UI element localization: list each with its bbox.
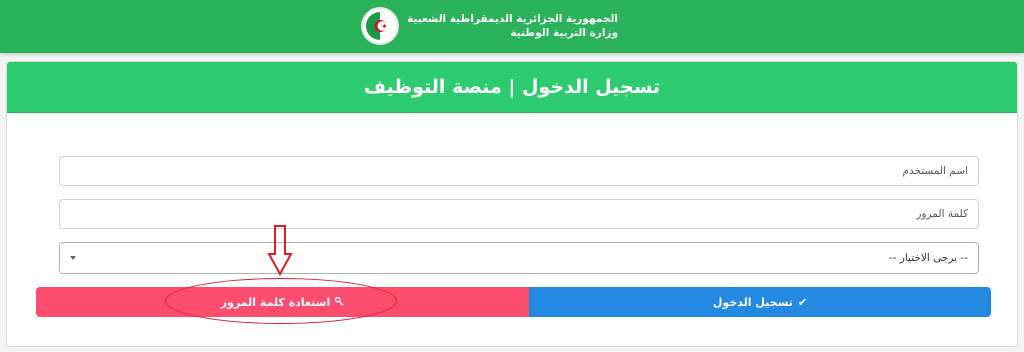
login-button[interactable]: ✔ تسجيل الدخول bbox=[529, 287, 991, 317]
card-title: تسجيل الدخول | منصة التوظيف bbox=[7, 62, 1017, 113]
login-button-label: تسجيل الدخول bbox=[712, 295, 793, 309]
login-card: تسجيل الدخول | منصة التوظيف -- يرجى الاخ… bbox=[6, 61, 1018, 347]
recover-password-button[interactable]: استعادة كلمة المرور bbox=[36, 287, 529, 317]
brand: الجمهورية الجزائرية الديمقراطية الشعبية … bbox=[361, 7, 618, 45]
top-bar: الجمهورية الجزائرية الديمقراطية الشعبية … bbox=[0, 0, 1024, 53]
key-icon bbox=[335, 296, 344, 309]
select-value: -- يرجى الاختيار -- bbox=[888, 252, 968, 264]
password-input[interactable] bbox=[59, 199, 979, 229]
ministry-name: وزارة التربية الوطنية bbox=[510, 27, 618, 39]
ministry-title: الجمهورية الجزائرية الديمقراطية الشعبية … bbox=[407, 12, 618, 40]
algeria-flag-emblem-icon bbox=[361, 7, 400, 45]
username-input[interactable] bbox=[59, 156, 979, 186]
role-select[interactable]: -- يرجى الاختيار -- bbox=[59, 242, 979, 274]
check-icon: ✔ bbox=[797, 295, 808, 309]
chevron-down-icon bbox=[70, 256, 76, 260]
recover-button-label: استعادة كلمة المرور bbox=[220, 295, 331, 309]
country-name: الجمهورية الجزائرية الديمقراطية الشعبية bbox=[407, 13, 618, 25]
